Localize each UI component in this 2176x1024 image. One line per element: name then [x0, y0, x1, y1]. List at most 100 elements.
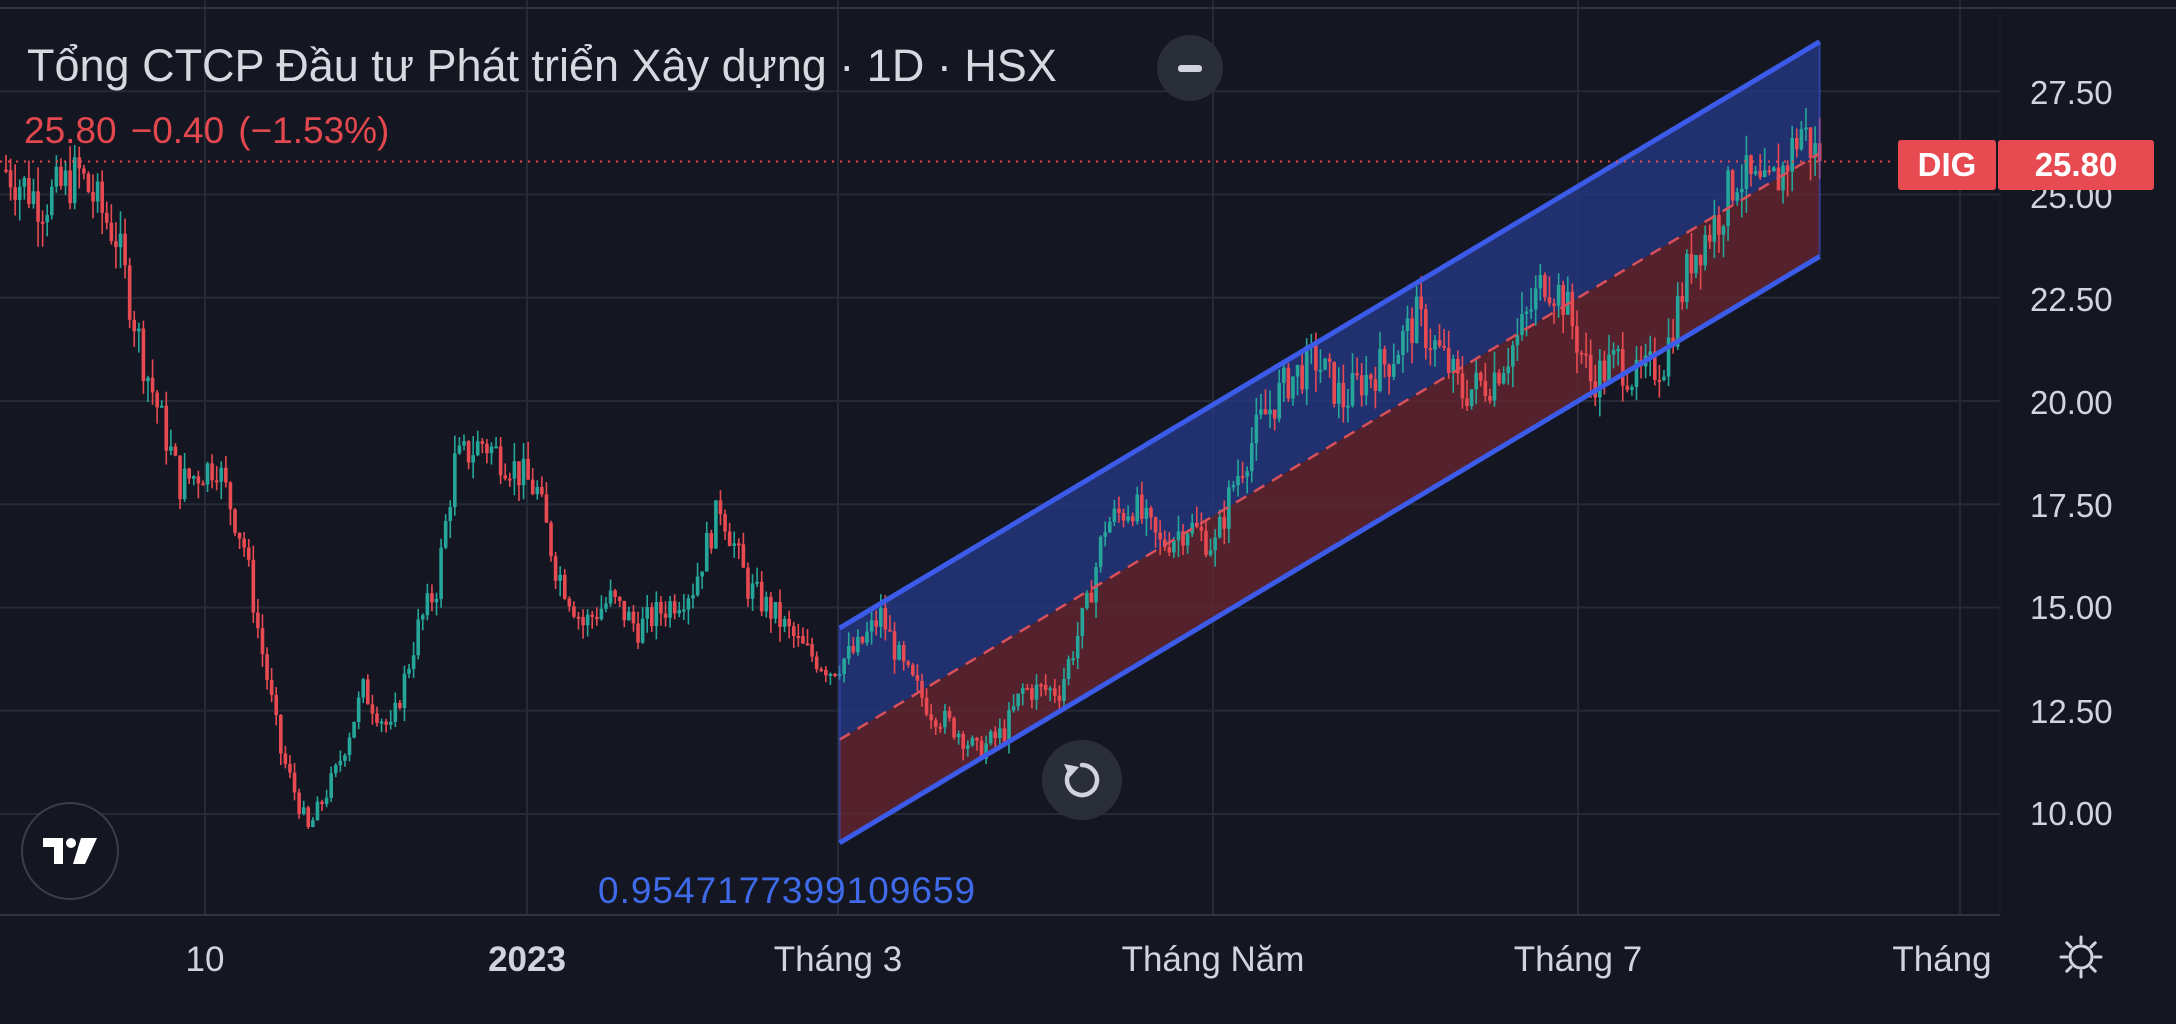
candle-body — [1529, 309, 1533, 312]
candle-body — [72, 157, 77, 204]
candle-body — [975, 737, 979, 741]
candle-body — [1011, 706, 1016, 711]
y-tick-label: 22.50 — [2030, 281, 2113, 318]
candle-body — [622, 600, 627, 621]
candle-body — [1561, 284, 1565, 315]
candle-body — [1808, 127, 1813, 158]
candle-body — [764, 596, 769, 612]
candle-body — [906, 661, 911, 665]
candle-body — [1149, 507, 1153, 518]
candle-body — [1062, 678, 1066, 701]
candle-body — [1117, 508, 1121, 514]
candle-body — [553, 556, 558, 581]
candle-body — [1428, 348, 1433, 351]
candle-body — [1346, 405, 1350, 408]
candle-body — [915, 675, 920, 681]
candle-body — [810, 643, 814, 657]
candle-body — [682, 609, 686, 612]
reset-chart-icon[interactable] — [1042, 740, 1122, 820]
candle-body — [1103, 532, 1107, 537]
candle-body — [1506, 366, 1511, 374]
candle-body — [1277, 382, 1282, 419]
candle-body — [388, 721, 393, 725]
candle-body — [86, 173, 91, 192]
candle-body — [1744, 155, 1749, 189]
candle-body — [352, 721, 356, 738]
candle-body — [1478, 372, 1483, 381]
candle-body — [498, 446, 503, 476]
candle-body — [1075, 635, 1080, 659]
candle-body — [842, 658, 846, 675]
candle-body — [8, 170, 13, 188]
candle-body — [943, 710, 947, 728]
candle-body — [1259, 409, 1263, 415]
minus-icon[interactable] — [1157, 35, 1223, 101]
candle-body — [1414, 296, 1419, 344]
candle-body — [1208, 550, 1213, 555]
candle-body — [1112, 508, 1117, 522]
candle-body — [430, 593, 434, 603]
candle-body — [201, 483, 205, 486]
candle-body — [118, 233, 123, 248]
candle-body — [1176, 531, 1181, 541]
candle-body — [988, 731, 993, 744]
candle-body — [27, 178, 31, 205]
candle-body — [1282, 367, 1286, 383]
candle-body — [1300, 365, 1304, 390]
candle-body — [1437, 340, 1442, 346]
candle-body — [535, 487, 540, 495]
candle-body — [420, 615, 425, 620]
candle-body — [77, 157, 82, 169]
candle-body — [1602, 360, 1607, 381]
candle-body — [370, 704, 375, 714]
candle-body — [1158, 532, 1162, 540]
candle-body — [508, 478, 512, 481]
candle-body — [462, 441, 466, 446]
candle-body — [457, 445, 462, 454]
candle-body — [1497, 372, 1501, 384]
candle-body — [1043, 684, 1048, 690]
candle-body — [1314, 345, 1318, 371]
candle-body — [558, 574, 562, 581]
candle-body — [320, 801, 324, 804]
price-chart[interactable] — [0, 0, 2176, 1024]
candle-body — [1533, 288, 1538, 310]
candle-body — [356, 697, 361, 722]
candle-body — [1726, 170, 1730, 227]
candle-body — [237, 532, 242, 539]
candle-body — [1630, 387, 1634, 390]
x-tick-label: Tháng Năm — [1121, 940, 1305, 979]
candle-body — [585, 614, 590, 626]
gear-icon[interactable] — [2058, 934, 2104, 980]
y-tick-label: 10.00 — [2030, 795, 2113, 832]
candle-body — [883, 608, 888, 630]
candle-body — [1396, 354, 1401, 365]
candle-body — [448, 507, 453, 522]
candle-body — [1698, 255, 1703, 266]
candle-body — [956, 733, 961, 738]
candle-body — [1511, 345, 1515, 367]
candle-body — [892, 631, 897, 660]
candle-body — [1446, 347, 1451, 373]
candle-body — [343, 755, 347, 761]
candle-body — [114, 241, 118, 248]
candle-body — [878, 608, 883, 627]
candle-body — [778, 602, 782, 627]
candle-body — [1323, 358, 1327, 370]
x-tick-label: Tháng 3 — [773, 940, 903, 979]
tradingview-logo-icon[interactable] — [21, 802, 119, 900]
price-change-percent: (−1.53%) — [238, 110, 390, 151]
candle-body — [1249, 443, 1254, 472]
candle-body — [91, 191, 95, 202]
candle-body — [787, 618, 791, 627]
candle-body — [1199, 526, 1204, 531]
candle-body — [1538, 274, 1543, 289]
candle-body — [1552, 303, 1556, 306]
candle-body — [911, 664, 915, 676]
candle-body — [1730, 170, 1735, 201]
candle-body — [269, 680, 274, 695]
candle-body — [283, 753, 288, 764]
candle-body — [1483, 380, 1488, 396]
candle-body — [860, 636, 865, 643]
candle-body — [1785, 165, 1790, 172]
